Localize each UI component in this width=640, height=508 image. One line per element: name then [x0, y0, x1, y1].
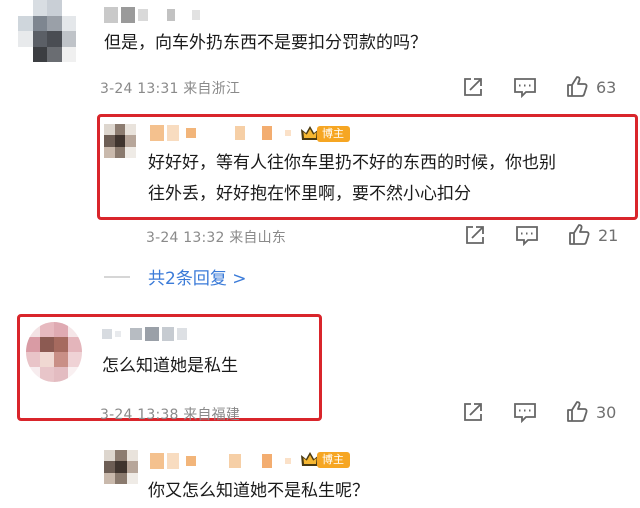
badge-label: 博主: [317, 452, 350, 468]
divider: [104, 276, 130, 278]
like-count: 21: [598, 225, 619, 245]
comment-actions: 63: [460, 74, 616, 100]
comment-meta: 3-24 13:38 来自福建: [100, 407, 241, 423]
comment-meta: 3-24 13:32 来自山东: [146, 230, 287, 246]
comment-icon[interactable]: [512, 74, 538, 100]
thumbs-up-icon[interactable]: [566, 222, 592, 248]
comment-text: 好好好，等有人往你车里扔不好的东西的时候，你也别: [148, 153, 556, 173]
avatar[interactable]: [18, 0, 76, 62]
username[interactable]: [104, 6, 200, 24]
avatar[interactable]: [104, 124, 136, 158]
share-icon[interactable]: [460, 399, 486, 425]
share-icon[interactable]: [462, 222, 488, 248]
thumbs-up-icon[interactable]: [564, 74, 590, 100]
avatar[interactable]: [26, 322, 82, 382]
comment-text: 你又怎么知道她不是私生呢？: [148, 481, 369, 501]
username[interactable]: [150, 452, 291, 470]
avatar[interactable]: [104, 450, 138, 484]
comment-meta: 3-24 13:31 来自浙江: [100, 81, 241, 97]
blogger-badge: 博主: [300, 451, 350, 469]
comment-text: 怎么知道她是私生: [102, 356, 238, 376]
comment-actions: 30: [460, 399, 616, 425]
like-count: 63: [596, 77, 617, 97]
like-count: 30: [596, 402, 617, 422]
comment-icon[interactable]: [512, 399, 538, 425]
thumbs-up-icon[interactable]: [564, 399, 590, 425]
view-replies-link[interactable]: 共2条回复 >: [148, 264, 246, 289]
comment-icon[interactable]: [514, 222, 540, 248]
blogger-badge: 博主: [300, 125, 350, 143]
comment-text: 往外丢，好好抱在怀里啊，要不然小心扣分: [148, 184, 471, 204]
badge-label: 博主: [317, 126, 350, 142]
username[interactable]: [102, 326, 187, 342]
username[interactable]: [150, 124, 291, 142]
comment-actions: 21: [462, 222, 618, 248]
share-icon[interactable]: [460, 74, 486, 100]
comment-text: 但是，向车外扔东西不是要扣分罚款的吗？: [104, 33, 427, 53]
